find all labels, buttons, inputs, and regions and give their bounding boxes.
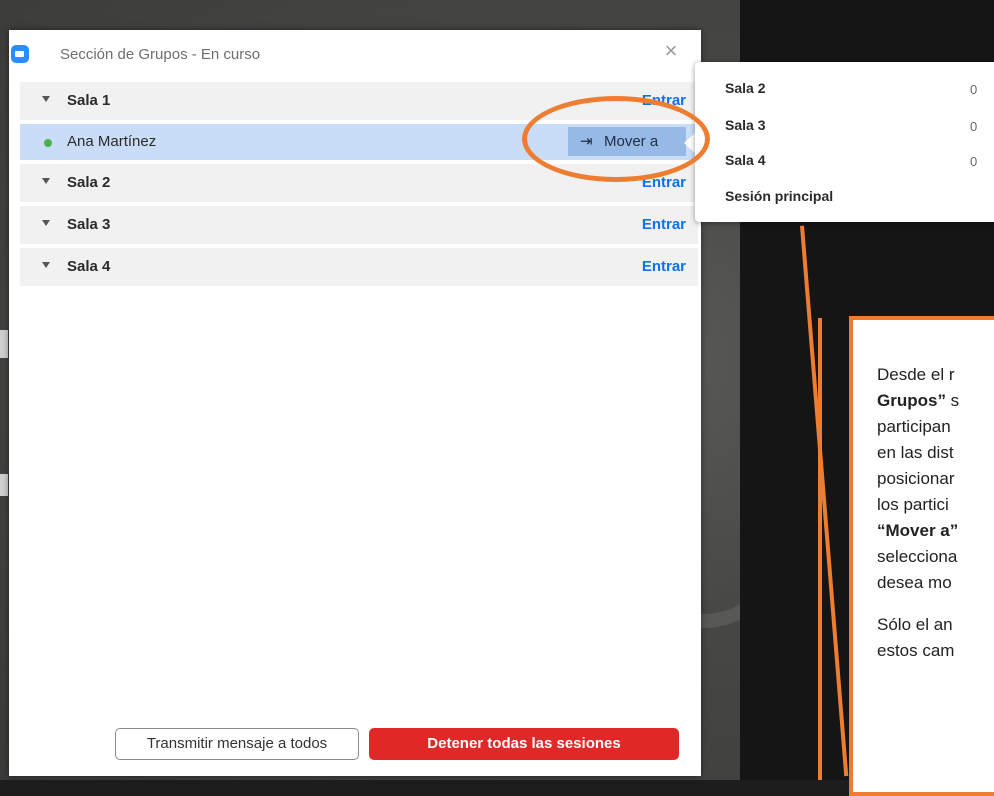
enter-room-button[interactable]: Entrar: [642, 258, 686, 275]
stop-all-sessions-button[interactable]: Detener todas las sesiones: [369, 728, 679, 760]
room-row-sala-4[interactable]: Sala 4 Entrar: [20, 248, 698, 290]
menu-item-sala-3[interactable]: Sala 3: [725, 117, 765, 133]
menu-item-count: 0: [970, 154, 978, 169]
instruction-callout: Desde el r Grupos” s participan en las d…: [849, 316, 994, 796]
participant-name: Ana Martínez: [67, 133, 157, 150]
room-name: Sala 4: [67, 258, 111, 275]
menu-item-count: 0: [970, 82, 978, 97]
chevron-down-icon[interactable]: [42, 178, 50, 184]
close-icon[interactable]: ×: [660, 40, 682, 62]
chevron-down-icon[interactable]: [42, 262, 50, 268]
chevron-down-icon[interactable]: [42, 220, 50, 226]
menu-item-count: 0: [970, 119, 978, 134]
title-bar: Sección de Grupos - En curso ×: [9, 30, 701, 80]
room-name: Sala 3: [67, 216, 111, 233]
menu-item-main-session[interactable]: Sesión principal: [725, 188, 833, 204]
highlight-ellipse: [522, 96, 710, 182]
participant-status-icon: [44, 139, 52, 147]
menu-item-sala-4[interactable]: Sala 4: [725, 152, 765, 168]
room-row-sala-3[interactable]: Sala 3 Entrar: [20, 206, 698, 248]
enter-room-button[interactable]: Entrar: [642, 216, 686, 233]
edge-mark: [0, 474, 8, 496]
zoom-app-icon: [11, 45, 29, 63]
annotation-line: [818, 318, 822, 780]
menu-item-sala-2[interactable]: Sala 2: [725, 80, 765, 96]
window-title: Sección de Grupos - En curso: [60, 46, 261, 63]
broadcast-message-button[interactable]: Transmitir mensaje a todos: [115, 728, 359, 760]
room-name: Sala 1: [67, 92, 111, 109]
callout-paragraph-2: Sólo el an estos cam: [877, 615, 955, 660]
edge-mark: [0, 330, 8, 358]
window-footer: Transmitir mensaje a todos Detener todas…: [9, 728, 701, 768]
move-to-menu: Sala 2 0 Sala 3 0 Sala 4 0 Sesión princi…: [695, 62, 994, 222]
chevron-down-icon[interactable]: [42, 96, 50, 102]
room-name: Sala 2: [67, 174, 111, 191]
callout-paragraph-1: Desde el r Grupos” s participan en las d…: [877, 365, 960, 592]
